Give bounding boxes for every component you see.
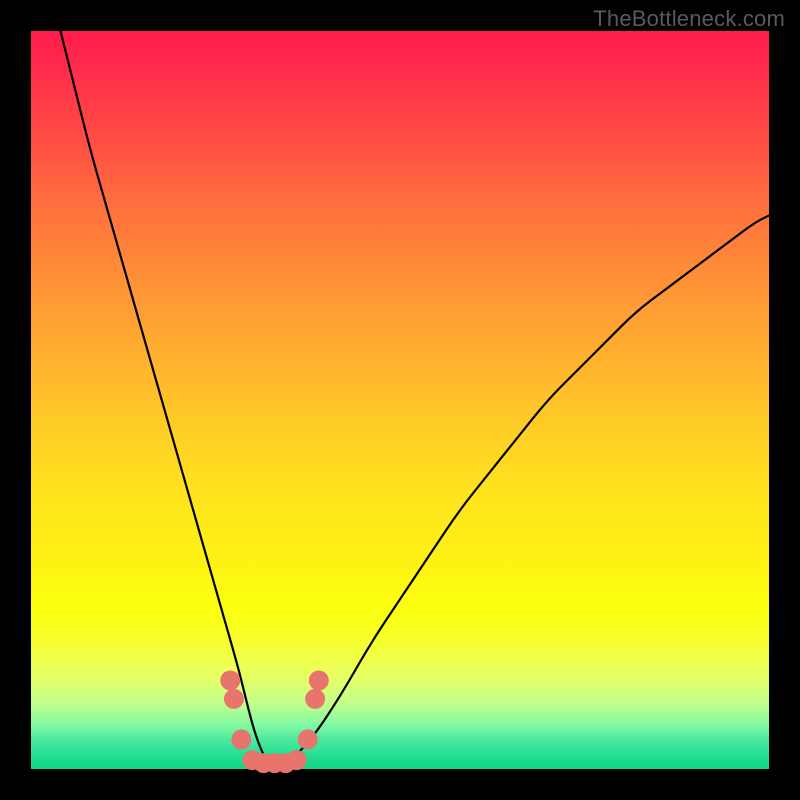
critical-point-marker [220, 670, 240, 690]
chart-frame: TheBottleneck.com [0, 0, 800, 800]
chart-svg [31, 31, 769, 769]
critical-point-marker [309, 670, 329, 690]
bottleneck-curve [61, 31, 769, 765]
critical-point-marker [287, 750, 307, 770]
plot-area [31, 31, 769, 769]
critical-point-marker [231, 729, 251, 749]
critical-point-marker [305, 689, 325, 709]
critical-points-markers [220, 670, 329, 773]
critical-point-marker [224, 689, 244, 709]
watermark-text: TheBottleneck.com [593, 6, 785, 32]
critical-point-marker [298, 729, 318, 749]
